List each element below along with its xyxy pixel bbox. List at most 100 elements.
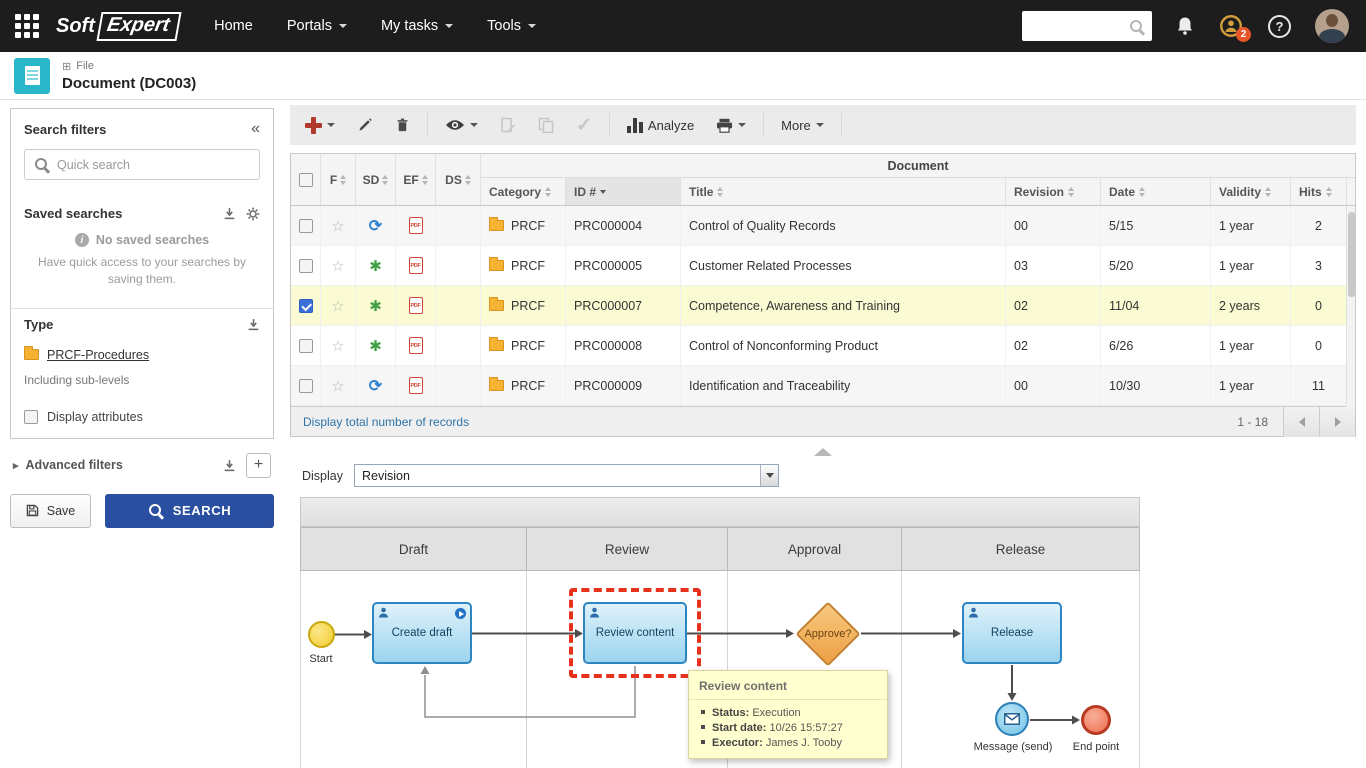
grid-header: F SD EF DS Document Category (291, 154, 1355, 206)
end-event-node[interactable] (1081, 705, 1111, 735)
nav-portals[interactable]: Portals (270, 0, 364, 52)
nav-my-tasks[interactable]: My tasks (364, 0, 470, 52)
grid-footer: Display total number of records 1 - 18 (291, 406, 1355, 436)
quick-search-input[interactable] (57, 158, 250, 172)
type-link-row: PRCF-Procedures (11, 340, 273, 364)
approve-gateway-node[interactable]: Approve? (795, 601, 861, 667)
pdf-file-icon[interactable]: PDF (409, 337, 423, 354)
pending-tasks-button[interactable]: 2 (1218, 13, 1244, 39)
process-flowchart: Draft Review Approval Release (300, 495, 1140, 768)
edit-file-button-disabled (489, 105, 527, 145)
sort-icon (717, 187, 723, 197)
help-button[interactable]: ? (1268, 15, 1291, 38)
column-header-date[interactable]: Date (1101, 178, 1211, 205)
sort-icon (382, 175, 388, 185)
add-record-button[interactable] (294, 105, 346, 145)
column-header-id[interactable]: ID # (566, 178, 681, 205)
import-saved-search-button[interactable] (223, 207, 236, 220)
apps-menu-icon[interactable] (15, 14, 39, 38)
notifications-bell-button[interactable] (1176, 16, 1194, 36)
top-bar: Soft Expert Home Portals My tasks Tools (0, 0, 1366, 52)
global-search-box (1022, 11, 1152, 41)
table-row[interactable]: ☆ ⟳ PDF PRCF PRC000004 Control of Qualit… (291, 206, 1355, 246)
more-button[interactable]: More (770, 105, 835, 145)
person-icon (589, 607, 600, 618)
column-header-hits[interactable]: Hits (1291, 178, 1347, 205)
column-header-validity[interactable]: Validity (1211, 178, 1291, 205)
global-search-input[interactable] (1030, 19, 1129, 34)
document-component-icon (14, 58, 50, 94)
analyze-button[interactable]: Analyze (616, 105, 705, 145)
user-avatar[interactable] (1315, 9, 1349, 43)
table-row-selected[interactable]: ☆ ✱ PDF PRCF PRC000007 Competence, Aware… (291, 286, 1355, 326)
add-filter-button[interactable]: + (246, 453, 271, 478)
row-checkbox[interactable] (299, 219, 313, 233)
display-attributes-checkbox[interactable] (24, 410, 38, 424)
saved-search-settings-button[interactable] (246, 207, 260, 221)
print-button[interactable] (705, 105, 757, 145)
release-task-node[interactable]: Release (962, 602, 1062, 664)
analyze-label: Analyze (648, 118, 694, 133)
tooltip-title: Review content (689, 671, 887, 700)
next-page-button[interactable] (1319, 407, 1355, 437)
softexpert-logo[interactable]: Soft Expert (56, 12, 179, 41)
table-row[interactable]: ☆ ⟳ PDF PRCF PRC000009 Identification an… (291, 366, 1355, 406)
column-header-revision[interactable]: Revision (1006, 178, 1101, 205)
id-value: PRC000009 (566, 366, 681, 405)
column-header-sd[interactable]: SD (356, 154, 396, 205)
row-checkbox[interactable] (299, 339, 313, 353)
grid-scrollbar[interactable] (1346, 206, 1355, 407)
create-draft-task-node[interactable]: Create draft (372, 602, 472, 664)
advanced-filters-toggle[interactable]: ▸ Advanced filters (13, 458, 213, 472)
favorite-star-icon[interactable]: ☆ (331, 377, 344, 395)
floppy-disk-icon (26, 504, 39, 517)
review-content-task-node[interactable]: Review content (583, 602, 687, 664)
edit-record-button[interactable] (346, 105, 384, 145)
start-event-node[interactable] (308, 621, 335, 648)
nav-tools[interactable]: Tools (470, 0, 553, 52)
display-total-link[interactable]: Display total number of records (291, 415, 1237, 429)
table-row[interactable]: ☆ ✱ PDF PRCF PRC000005 Customer Related … (291, 246, 1355, 286)
table-row[interactable]: ☆ ✱ PDF PRCF PRC000008 Control of Noncon… (291, 326, 1355, 366)
nav-home[interactable]: Home (197, 0, 270, 52)
save-search-button[interactable]: Save (10, 494, 91, 528)
column-header-title[interactable]: Title (681, 178, 1006, 205)
select-all-checkbox[interactable] (299, 173, 313, 187)
collapse-sidebar-button[interactable]: « (251, 121, 260, 137)
column-header-favorite[interactable]: F (321, 154, 356, 205)
display-select[interactable]: Revision (354, 464, 779, 487)
download-icon (247, 318, 260, 331)
display-select-dropdown-button[interactable] (760, 465, 778, 486)
previous-page-button[interactable] (1283, 407, 1319, 437)
pdf-file-icon[interactable]: PDF (409, 257, 423, 274)
type-category-link[interactable]: PRCF-Procedures (47, 348, 149, 362)
favorite-star-icon[interactable]: ☆ (331, 257, 344, 275)
favorite-star-icon[interactable]: ☆ (331, 337, 344, 355)
revision-value: 02 (1006, 326, 1101, 365)
row-checkbox-checked[interactable] (299, 299, 313, 313)
row-checkbox[interactable] (299, 379, 313, 393)
revision-value: 00 (1006, 206, 1101, 245)
column-header-category[interactable]: Category (481, 178, 566, 205)
tooltip-detail-list: Status: Execution Start date: 10/26 15:5… (701, 707, 879, 749)
favorite-star-icon[interactable]: ☆ (331, 217, 344, 235)
app-root: Soft Expert Home Portals My tasks Tools (0, 0, 1366, 768)
advanced-import-button[interactable] (223, 459, 236, 472)
pdf-file-icon[interactable]: PDF (409, 377, 423, 394)
splitter-handle-icon[interactable] (814, 448, 832, 456)
pdf-file-icon[interactable]: PDF (409, 297, 423, 314)
column-header-ds[interactable]: DS (436, 154, 481, 205)
scrollbar-thumb[interactable] (1348, 212, 1355, 297)
type-import-button[interactable] (247, 318, 260, 331)
view-record-button[interactable] (434, 105, 489, 145)
bar-chart-icon (627, 118, 643, 133)
search-button[interactable]: SEARCH (105, 494, 274, 528)
delete-record-button[interactable] (384, 105, 421, 145)
message-send-event-node[interactable] (995, 702, 1029, 736)
validity-value: 1 year (1211, 326, 1291, 365)
pdf-file-icon[interactable]: PDF (409, 217, 423, 234)
select-all-header-cell (291, 154, 321, 205)
row-checkbox[interactable] (299, 259, 313, 273)
favorite-star-icon[interactable]: ☆ (331, 297, 344, 315)
column-header-ef[interactable]: EF (396, 154, 436, 205)
